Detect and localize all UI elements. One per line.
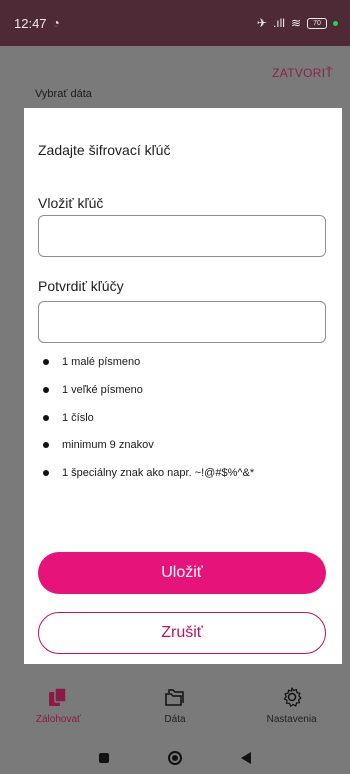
requirement-text: 1 veľké písmeno — [62, 383, 143, 396]
folder-icon — [164, 686, 186, 708]
bullet-icon — [43, 358, 49, 365]
nav-label: Zálohovať — [35, 714, 81, 725]
nav-item-data[interactable]: Dáta — [130, 686, 220, 725]
wifi-icon: ≋ — [290, 16, 301, 30]
nav-label: Dáta — [164, 714, 186, 725]
notification-icon: ◔ — [52, 16, 60, 30]
bullet-icon — [43, 470, 49, 477]
back-icon[interactable] — [240, 752, 251, 764]
list-item: minimum 9 znakov — [38, 434, 254, 458]
confirm-key-label: Potvrdiť kľúčy — [38, 278, 124, 294]
home-icon-inner — [171, 755, 178, 761]
requirement-text: 1 malé písmeno — [62, 355, 141, 368]
cancel-button[interactable]: Zrušiť — [38, 612, 326, 654]
encryption-key-dialog: Zadajte šifrovací kľúč Vložiť kľúč Potvr… — [24, 108, 342, 672]
status-right: ✈ .ıll ≋ 70 — [257, 17, 338, 29]
status-left: 12:47 ◔ — [14, 16, 60, 31]
key-input[interactable] — [38, 215, 326, 257]
system-nav-bar — [0, 742, 350, 774]
list-item: 1 číslo — [38, 406, 254, 430]
gear-icon — [281, 686, 303, 708]
save-button[interactable]: Uložiť — [38, 552, 326, 594]
nav-item-settings[interactable]: Nastavenia — [247, 686, 337, 725]
mute-icon: ✈ — [256, 16, 267, 30]
backup-icon — [47, 686, 69, 708]
requirement-text: 1 číslo — [62, 411, 94, 424]
confirm-key-input[interactable] — [38, 301, 326, 343]
nav-item-backup[interactable]: Zálohovať — [13, 686, 103, 725]
status-time: 12:47 — [14, 15, 47, 31]
requirement-text: 1 špeciálny znak ako napr. ~!@#$%^&* — [62, 467, 255, 480]
list-item: 1 malé písmeno — [38, 350, 254, 374]
dialog-title: Zadajte šifrovací kľúč — [38, 142, 171, 158]
home-icon[interactable] — [167, 751, 182, 765]
page-label: Vybrať dáta — [35, 88, 92, 100]
status-bar: 12:47 ◔ ✈ .ıll ≋ 70 — [0, 0, 350, 46]
list-item: 1 špeciálny znak ako napr. ~!@#$%^&* — [38, 462, 254, 486]
bullet-icon — [43, 442, 49, 449]
list-item: 1 veľké písmeno — [38, 378, 254, 402]
recents-icon[interactable] — [99, 753, 110, 763]
bullet-icon — [43, 386, 49, 393]
privacy-dot-icon — [333, 20, 338, 26]
bottom-nav: Zálohovať Dáta Nastavenia — [0, 664, 350, 742]
battery-icon: 70 — [307, 17, 327, 29]
close-button[interactable]: ZATVORIŤ — [272, 66, 333, 80]
requirements-list: 1 malé písmeno 1 veľké písmeno 1 číslo m… — [38, 350, 254, 489]
requirement-text: minimum 9 znakov — [62, 439, 154, 452]
bullet-icon — [43, 414, 49, 421]
nav-label: Nastavenia — [266, 714, 317, 725]
key-label: Vložiť kľúč — [38, 195, 104, 211]
signal-icon: .ıll — [272, 16, 285, 30]
